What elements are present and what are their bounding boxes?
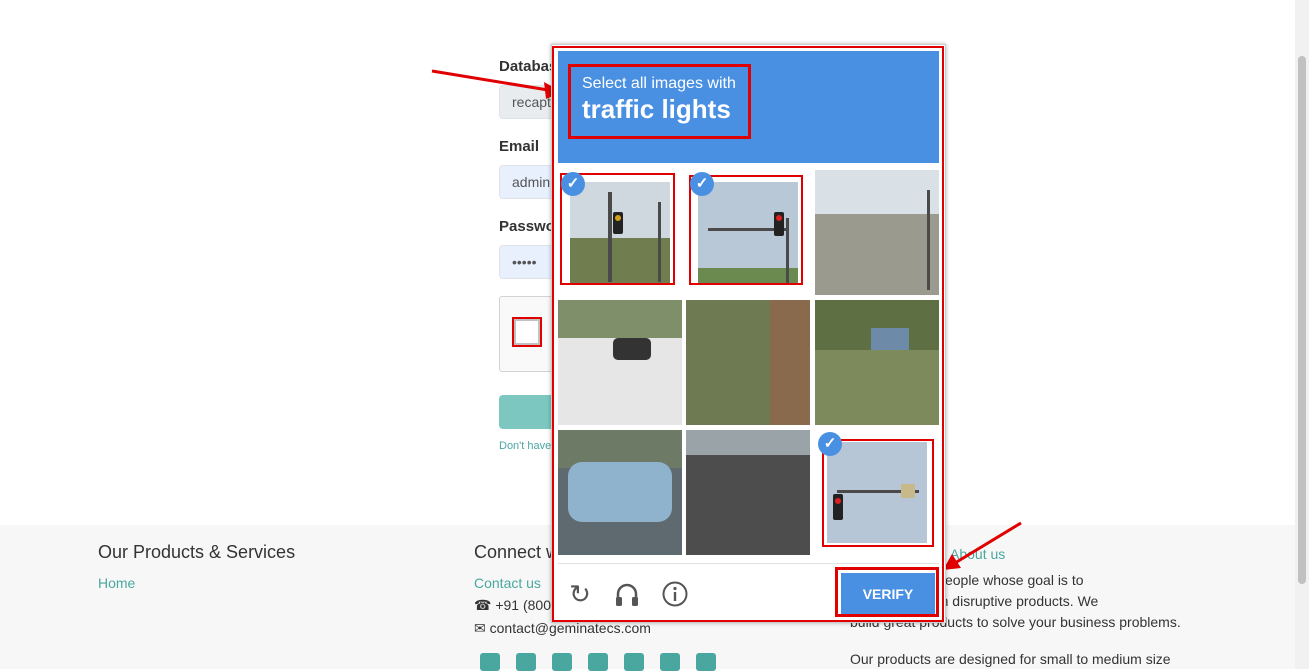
database-label: Databas [499,58,558,75]
image-tile-7[interactable] [558,430,682,555]
footer-products-column: Our Products & Services Home [98,542,295,591]
google-plus-icon[interactable] [624,653,644,671]
youtube-icon[interactable] [588,653,608,671]
image-tile-3[interactable] [815,170,939,295]
info-icon[interactable] [661,580,689,608]
envelope-icon: ✉ [474,620,486,636]
facebook-icon[interactable] [480,653,500,671]
scrollbar-thumb[interactable] [1298,56,1306,584]
about-link[interactable]: About us [950,546,1005,562]
products-heading: Our Products & Services [98,542,296,562]
about-line-4: Our products are designed for small to m… [850,651,1171,667]
tile-9-check-icon: ✓ [818,432,842,456]
recaptcha-checkbox[interactable] [512,317,542,347]
verify-highlight [835,567,939,617]
social-links [480,653,716,671]
headphones-icon[interactable] [613,580,641,608]
reload-icon[interactable]: ↻ [566,580,594,608]
phone-number: +91 (800) [495,597,556,613]
password-label: Passwo [499,218,555,235]
tile-9-highlight [822,439,934,547]
linkedin-icon[interactable] [552,653,572,671]
twitter-icon[interactable] [516,653,536,671]
page-scrollbar[interactable] [1295,0,1309,669]
tile-2-check-icon: ✓ [690,172,714,196]
home-link[interactable]: Home [98,575,295,591]
image-tile-8[interactable] [686,430,810,555]
instagram-icon[interactable] [696,653,716,671]
github-icon[interactable] [660,653,680,671]
tile-1-check-icon: ✓ [561,172,585,196]
signup-link[interactable]: Don't have [499,440,551,452]
image-tile-4[interactable] [558,300,682,425]
image-tile-5[interactable] [686,300,810,425]
phone-icon: ☎ [474,597,492,613]
instruction-target: traffic lights [582,94,731,124]
email-label: Email [499,138,540,155]
instruction-prefix: Select all images with [582,75,736,92]
image-tile-6[interactable] [815,300,939,425]
